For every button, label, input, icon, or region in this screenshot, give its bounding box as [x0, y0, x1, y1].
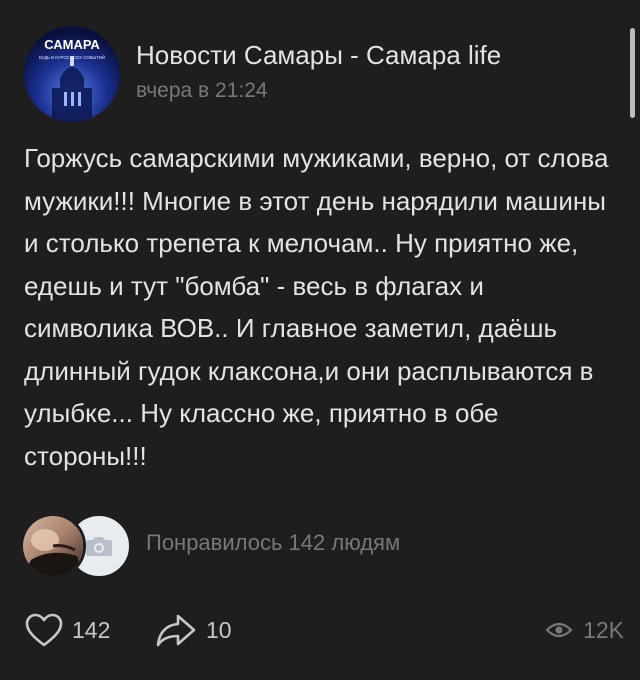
post-text: Горжусь самарскими мужиками, верно, от с… [24, 143, 609, 471]
post-header: Новости Самары - Самара life вчера в 21:… [136, 40, 501, 104]
share-arrow-icon [156, 614, 196, 647]
share-count: 10 [206, 616, 232, 643]
views-count: 12K [583, 616, 624, 643]
scrollbar[interactable] [630, 28, 635, 118]
post-timestamp[interactable]: вчера в 21:24 [136, 78, 501, 104]
views-indicator: 12K [545, 608, 624, 652]
liker-avatar[interactable] [20, 513, 86, 579]
camera-icon [86, 537, 112, 556]
likes-summary[interactable]: Понравилось 142 людям [146, 530, 400, 556]
like-button[interactable]: 142 [24, 608, 110, 652]
likers-row[interactable]: Понравилось 142 людям [20, 510, 520, 579]
community-avatar[interactable]: САМАРА БУДЬ В КУРСЕ ВСЕХ СОБЫТИЙ [24, 26, 120, 122]
avatar-title: САМАРА [44, 37, 100, 52]
like-count: 142 [72, 616, 111, 643]
heart-icon [25, 613, 63, 647]
share-button[interactable]: 10 [154, 608, 232, 652]
avatar-subtitle: БУДЬ В КУРСЕ ВСЕХ СОБЫТИЙ [39, 55, 105, 60]
post-actions: 142 10 12K [24, 608, 624, 652]
community-name[interactable]: Новости Самары - Самара life [136, 40, 501, 70]
eye-icon [545, 622, 573, 638]
